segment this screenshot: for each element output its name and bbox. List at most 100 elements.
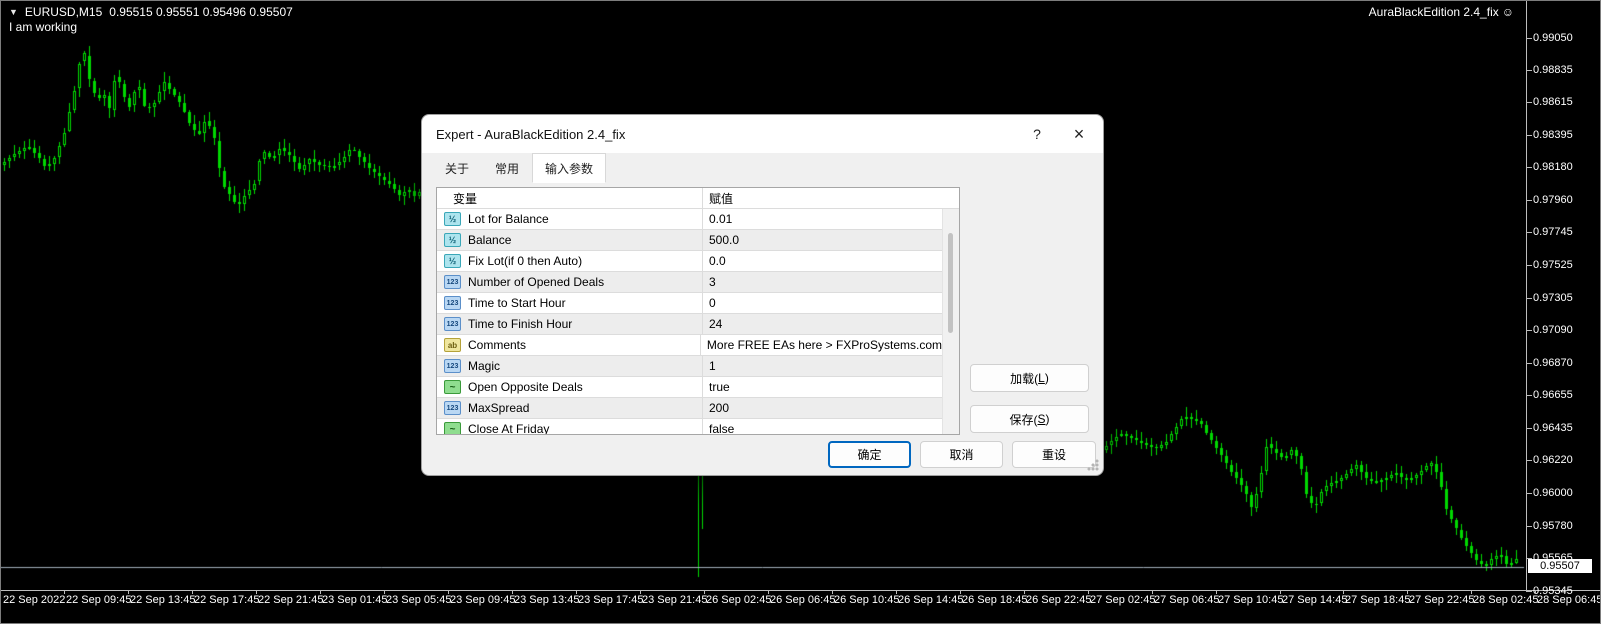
scrollbar-thumb[interactable] — [948, 233, 953, 333]
price-label: 0.97305 — [1533, 292, 1573, 304]
param-value[interactable]: 0.01 — [703, 212, 732, 226]
dialog-titlebar[interactable]: Expert - AuraBlackEdition 2.4_fix — [422, 115, 1103, 153]
param-value[interactable]: false — [703, 422, 734, 434]
param-value[interactable]: More FREE EAs here > FXProSystems.com — [701, 338, 942, 352]
symbol-dropdown-arrow[interactable]: ▼ — [9, 7, 18, 17]
time-tick — [896, 590, 897, 594]
tab-inputs[interactable]: 输入参数 — [532, 153, 607, 183]
price-tick — [1526, 167, 1532, 168]
time-tick — [1280, 590, 1281, 594]
time-label: 22 Sep 2022 — [3, 594, 66, 606]
price-label: 0.97745 — [1533, 226, 1573, 238]
time-label: 26 Sep 22:45 — [1026, 594, 1092, 606]
param-row[interactable]: ½ Lot for Balance 0.01 — [437, 209, 942, 230]
param-name: Fix Lot(if 0 then Auto) — [468, 254, 583, 268]
time-label: 26 Sep 10:45 — [834, 594, 900, 606]
save-button[interactable]: 保存(S) — [970, 405, 1089, 433]
price-tick — [1526, 460, 1532, 461]
time-tick — [1216, 590, 1217, 594]
time-tick — [384, 590, 385, 594]
param-row[interactable]: 123 Time to Finish Hour 24 — [437, 314, 942, 335]
price-label: 0.96870 — [1533, 357, 1573, 369]
time-tick — [1471, 590, 1472, 594]
ea-name-label: AuraBlackEdition 2.4_fix — [1368, 5, 1499, 19]
time-label: 26 Sep 14:45 — [898, 594, 964, 606]
tab-common[interactable]: 常用 — [482, 155, 532, 183]
load-button[interactable]: 加载(L) — [970, 364, 1089, 392]
price-label: 0.99050 — [1533, 32, 1573, 44]
type-icon-bool: ~ — [444, 380, 461, 394]
price-tick — [1526, 363, 1532, 364]
type-icon-int: 123 — [444, 296, 461, 310]
param-row[interactable]: ~ Open Opposite Deals true — [437, 377, 942, 398]
tab-about[interactable]: 关于 — [432, 155, 482, 183]
time-label: 26 Sep 18:45 — [962, 594, 1028, 606]
param-name-cell: 123 Time to Start Hour — [437, 293, 703, 313]
save-hotkey: S — [1037, 412, 1046, 426]
type-icon-double: ½ — [444, 233, 461, 247]
time-label: 26 Sep 06:45 — [770, 594, 836, 606]
save-label: 保存( — [1009, 412, 1038, 427]
parameters-table: 变量 赋值 ½ Lot for Balance 0.01 ½ Balance 500.0 ½… — [436, 187, 960, 435]
param-value[interactable]: 24 — [703, 317, 722, 331]
param-value[interactable]: 3 — [703, 275, 716, 289]
time-tick — [448, 590, 449, 594]
time-label: 23 Sep 09:45 — [450, 594, 516, 606]
time-tick — [1152, 590, 1153, 594]
price-tick — [1526, 591, 1532, 592]
param-name: Open Opposite Deals — [468, 380, 583, 394]
price-label: 0.96655 — [1533, 389, 1573, 401]
cancel-button[interactable]: 取消 — [920, 441, 1003, 468]
time-tick — [704, 590, 705, 594]
price-tick — [1526, 330, 1532, 331]
time-tick — [640, 590, 641, 594]
param-name: Time to Start Hour — [468, 296, 566, 310]
reset-button[interactable]: 重设 — [1012, 441, 1096, 468]
param-name-cell: 123 Number of Opened Deals — [437, 272, 703, 292]
type-icon-bool: ~ — [444, 422, 461, 434]
price-label: 0.97090 — [1533, 324, 1573, 336]
time-label: 23 Sep 13:45 — [514, 594, 580, 606]
dialog-tabs: 关于 常用 输入参数 — [432, 153, 607, 183]
param-value[interactable]: 200 — [703, 401, 729, 415]
time-tick — [960, 590, 961, 594]
time-label: 26 Sep 02:45 — [706, 594, 772, 606]
param-row[interactable]: ~ Close At Friday false — [437, 419, 942, 434]
load-hotkey: L — [1038, 371, 1045, 385]
ok-button[interactable]: 确定 — [828, 441, 911, 468]
table-rows: ½ Lot for Balance 0.01 ½ Balance 500.0 ½ Fix Lo… — [437, 209, 942, 434]
param-row[interactable]: 123 MaxSpread 200 — [437, 398, 942, 419]
help-button[interactable]: ? — [1015, 115, 1059, 153]
param-value[interactable]: 1 — [703, 359, 716, 373]
param-value[interactable]: true — [703, 380, 730, 394]
time-tick — [192, 590, 193, 594]
resize-grip[interactable] — [1087, 459, 1099, 471]
param-name-cell: 123 Magic — [437, 356, 703, 376]
time-label: 28 Sep 02:45 — [1473, 594, 1539, 606]
param-name: Close At Friday — [468, 422, 550, 434]
param-row[interactable]: ab Comments More FREE EAs here > FXProSyst… — [437, 335, 942, 356]
param-name-cell: ½ Balance — [437, 230, 703, 250]
close-icon[interactable]: × — [1057, 115, 1101, 153]
price-label: 0.98835 — [1533, 64, 1573, 76]
table-header: 变量 赋值 — [437, 188, 959, 209]
type-icon-string: ab — [444, 338, 461, 352]
param-name: MaxSpread — [468, 401, 530, 415]
time-tick — [512, 590, 513, 594]
param-row[interactable]: 123 Number of Opened Deals 3 — [437, 272, 942, 293]
param-row[interactable]: ½ Balance 500.0 — [437, 230, 942, 251]
price-label: 0.98395 — [1533, 129, 1573, 141]
param-row[interactable]: 123 Time to Start Hour 0 — [437, 293, 942, 314]
param-row[interactable]: ½ Fix Lot(if 0 then Auto) 0.0 — [437, 251, 942, 272]
time-tick — [128, 590, 129, 594]
param-row[interactable]: 123 Magic 1 — [437, 356, 942, 377]
price-tick — [1526, 493, 1532, 494]
param-value[interactable]: 0 — [703, 296, 716, 310]
load-label: 加载( — [1010, 371, 1039, 386]
table-scrollbar[interactable] — [942, 209, 959, 434]
time-label: 27 Sep 06:45 — [1154, 594, 1220, 606]
param-value[interactable]: 500.0 — [703, 233, 739, 247]
price-label: 0.96435 — [1533, 422, 1573, 434]
time-label: 27 Sep 02:45 — [1090, 594, 1156, 606]
param-value[interactable]: 0.0 — [703, 254, 726, 268]
